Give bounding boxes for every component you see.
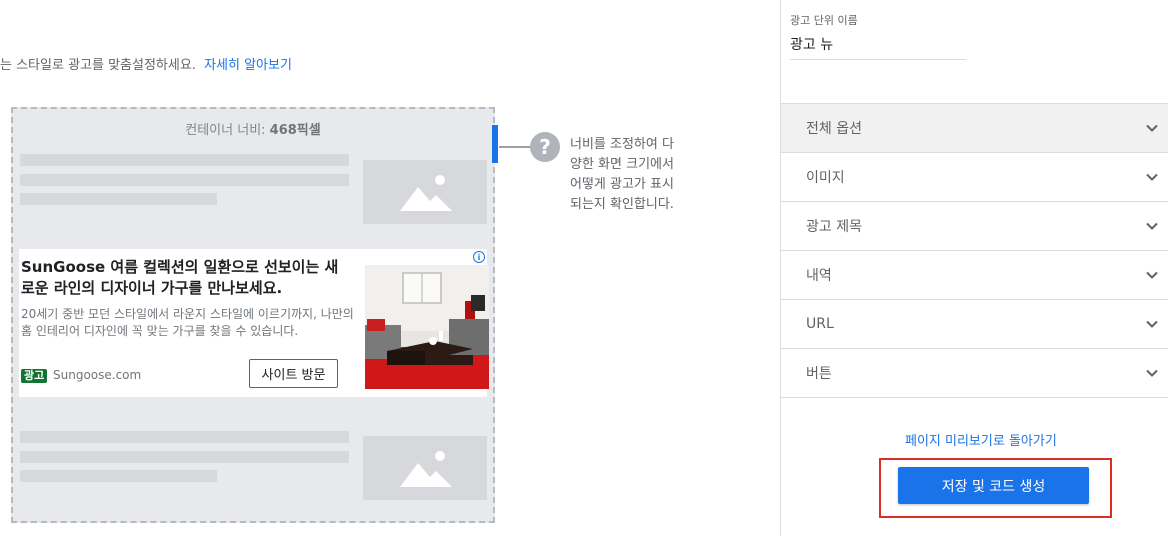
- section-global-options[interactable]: 전체 옵션: [781, 104, 1168, 153]
- back-to-preview-link[interactable]: 페이지 미리보기로 돌아가기: [905, 430, 1057, 449]
- ad-domain: Sungoose.com: [53, 368, 142, 382]
- chevron-down-icon: [1146, 173, 1158, 181]
- help-icon: ?: [530, 132, 560, 162]
- chevron-down-icon: [1146, 124, 1158, 132]
- container-width-label: 컨테이너 너비: 468픽셀: [13, 119, 493, 138]
- placeholder-image-icon: [363, 160, 487, 224]
- resize-hint-text: 너비를 조정하여 다양한 화면 크기에서 어떻게 광고가 표시되는지 확인합니다…: [570, 137, 674, 212]
- ad-furniture-image: [365, 265, 489, 389]
- section-label: 전체 옵션: [806, 121, 862, 137]
- hint-connector: [499, 146, 531, 148]
- section-image[interactable]: 이미지: [781, 153, 1168, 202]
- visit-site-button[interactable]: 사이트 방문: [249, 359, 338, 388]
- ad-preview-container: 컨테이너 너비: 468픽셀 SunGoose 여름 컬렉션의 일환으로 선보이…: [11, 107, 495, 523]
- ad-description: 20세기 중반 모던 스타일에서 라운지 스타일에 이르기까지, 나만의 홈 인…: [21, 307, 354, 338]
- learn-more-link[interactable]: 자세히 알아보기: [204, 58, 292, 73]
- adchoices-icon[interactable]: i: [473, 251, 485, 263]
- placeholder-line: [20, 431, 349, 443]
- section-ad-title[interactable]: 광고 제목: [781, 202, 1168, 251]
- save-and-get-code-button[interactable]: 저장 및 코드 생성: [898, 467, 1089, 504]
- section-description[interactable]: 내역: [781, 251, 1168, 300]
- ad-unit-name-input[interactable]: 광고 뉴: [790, 34, 833, 54]
- placeholder-line: [20, 174, 349, 186]
- container-width-value: 468픽셀: [269, 123, 321, 138]
- placeholder-image-icon: [363, 436, 487, 500]
- intro-sentence: 는 스타일로 광고를 맞춤설정하세요.: [0, 58, 196, 73]
- input-underline: [790, 59, 966, 60]
- chevron-down-icon: [1146, 320, 1158, 328]
- section-label: 광고 제목: [806, 219, 862, 235]
- section-url[interactable]: URL: [781, 300, 1168, 349]
- placeholder-line: [20, 193, 217, 205]
- ad-badge: 광고: [21, 369, 48, 383]
- container-label-prefix: 컨테이너 너비:: [185, 123, 270, 138]
- section-label: URL: [806, 316, 834, 332]
- section-button[interactable]: 버튼: [781, 349, 1168, 398]
- chevron-down-icon: [1146, 222, 1158, 230]
- section-label: 내역: [806, 268, 832, 284]
- placeholder-line: [20, 451, 349, 463]
- chevron-down-icon: [1146, 271, 1158, 279]
- settings-panel: 광고 단위 이름 광고 뉴 전체 옵션 이미지 광고 제목 내역 URL 버튼 …: [780, 0, 1168, 536]
- chevron-down-icon: [1146, 369, 1158, 377]
- placeholder-line: [20, 470, 217, 482]
- section-label: 버튼: [806, 366, 832, 382]
- resize-handle[interactable]: [492, 125, 498, 163]
- ad-headline: SunGoose 여름 컬렉션의 일환으로 선보이는 새로운 라인의 디자이너 …: [21, 258, 339, 297]
- ad-sample: SunGoose 여름 컬렉션의 일환으로 선보이는 새로운 라인의 디자이너 …: [19, 249, 489, 397]
- section-label: 이미지: [806, 170, 845, 186]
- options-accordion: 전체 옵션 이미지 광고 제목 내역 URL 버튼: [781, 103, 1168, 398]
- placeholder-line: [20, 154, 349, 166]
- ad-unit-name-label: 광고 단위 이름: [790, 14, 858, 27]
- intro-text: 는 스타일로 광고를 맞춤설정하세요. 자세히 알아보기: [0, 54, 292, 73]
